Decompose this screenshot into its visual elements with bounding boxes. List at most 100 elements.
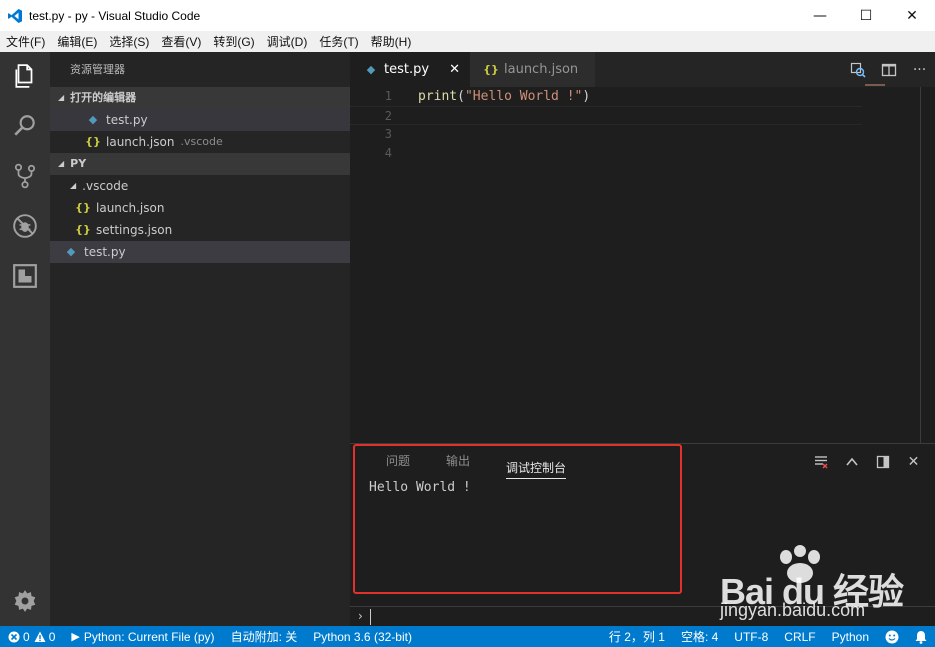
menu-selection[interactable]: 选择(S) (103, 33, 155, 50)
error-count: 0 (23, 629, 30, 644)
more-actions-icon[interactable]: ··· (904, 52, 935, 87)
tab-output[interactable]: 输出 (446, 444, 470, 479)
tab-launch-json[interactable]: {} launch.json (470, 52, 595, 87)
editor-scrollbar-track[interactable] (920, 87, 921, 443)
open-editors-header[interactable]: ◢ 打开的编辑器 (50, 87, 350, 109)
maximize-button[interactable]: ☐ (843, 0, 889, 31)
code-editor[interactable]: 1 print("Hello World !") 2 3 4 (350, 87, 935, 443)
json-file-icon: {} (85, 135, 101, 148)
code-line-current: 2 (350, 106, 862, 125)
open-editor-folder-desc: .vscode (180, 135, 223, 148)
line-number: 2 (384, 109, 392, 123)
activity-bar (0, 52, 50, 626)
code-line: 4 (350, 144, 935, 163)
split-editor-icon[interactable] (873, 52, 904, 87)
code-line: 3 (350, 125, 935, 144)
debug-config-status[interactable]: ▶ Python: Current File (py) (63, 626, 222, 647)
toggle-panel-position-icon[interactable] (867, 455, 898, 469)
encoding-status[interactable]: UTF-8 (726, 626, 776, 647)
json-file-icon: {} (483, 63, 499, 76)
python-file-icon: ◆ (366, 63, 376, 76)
menu-tasks[interactable]: 任务(T) (313, 33, 364, 50)
folder-header[interactable]: ◢ PY (50, 153, 350, 175)
tree-item-label: launch.json (96, 201, 165, 215)
open-changes-icon[interactable] (842, 52, 873, 87)
eol-status[interactable]: CRLF (776, 626, 823, 647)
menu-file[interactable]: 文件(F) (0, 33, 51, 50)
python-file-icon: ◆ (66, 245, 76, 258)
gear-icon[interactable] (0, 577, 50, 625)
open-editor-label: launch.json (106, 135, 175, 149)
folder-vscode[interactable]: ◢ .vscode (50, 175, 350, 197)
debug-console-input[interactable]: › (350, 606, 935, 627)
open-editor-launch-json[interactable]: {} launch.json .vscode (50, 131, 350, 153)
close-window-button[interactable]: ✕ (889, 0, 935, 31)
warning-count: 0 (48, 629, 56, 644)
token-function: print (418, 89, 458, 104)
menu-debug[interactable]: 调试(D) (261, 33, 314, 50)
editor-area: ◆ test.py ✕ {} launch.json ··· 1 print("… (350, 52, 935, 443)
clear-console-icon[interactable] (805, 455, 836, 469)
minimize-button[interactable]: — (797, 0, 843, 31)
explorer-icon[interactable] (0, 52, 50, 100)
feedback-smiley-icon[interactable] (877, 626, 907, 647)
json-file-icon: {} (75, 201, 91, 214)
cursor-position-status[interactable]: 行 2，列 1 (601, 626, 673, 647)
auto-attach-status[interactable]: 自动附加: 关 (223, 626, 306, 647)
problems-status[interactable]: 0 0 (0, 626, 63, 647)
folder-vscode-label: .vscode (82, 179, 129, 193)
line-number: 3 (384, 127, 392, 141)
bottom-panel: 问题 输出 调试控制台 ✕ Hello World ! › (350, 443, 935, 625)
tree-item-settings-json[interactable]: {} settings.json (50, 219, 350, 241)
error-icon (8, 631, 20, 642)
chevron-up-icon[interactable] (836, 455, 867, 469)
status-bar: 0 0 ▶ Python: Current File (py) 自动附加: 关 … (0, 626, 935, 647)
play-icon: ▶ (71, 631, 80, 643)
source-control-icon[interactable] (0, 152, 50, 200)
tab-label: launch.json (504, 62, 579, 77)
python-file-icon: ◆ (88, 113, 98, 126)
open-editor-test-py[interactable]: ◆ test.py (50, 109, 350, 131)
tab-test-py[interactable]: ◆ test.py ✕ (350, 52, 470, 87)
tree-item-label: test.py (84, 245, 126, 259)
tab-debug-console[interactable]: 调试控制台 (506, 457, 567, 479)
search-icon[interactable] (0, 102, 50, 150)
line-content: print("Hello World !") (418, 87, 590, 106)
repl-prompt-icon: › (358, 609, 363, 623)
tree-item-test-py[interactable]: ◆ test.py (50, 241, 350, 263)
close-panel-icon[interactable]: ✕ (898, 454, 929, 470)
notifications-bell-icon[interactable] (907, 626, 935, 647)
tab-label: test.py (384, 62, 430, 77)
extensions-icon[interactable] (0, 252, 50, 300)
line-number: 1 (384, 89, 392, 103)
minimap[interactable] (865, 84, 885, 86)
status-bar-right: 行 2，列 1 空格: 4 UTF-8 CRLF Python (601, 626, 935, 647)
debug-icon[interactable] (0, 202, 50, 250)
menu-help[interactable]: 帮助(H) (365, 33, 418, 50)
close-tab-icon[interactable]: ✕ (449, 62, 460, 77)
indentation-status[interactable]: 空格: 4 (673, 626, 726, 647)
code-line: 1 print("Hello World !") (350, 87, 935, 106)
token-punctuation: ( (457, 89, 465, 104)
menu-bar: 文件(F) 编辑(E) 选择(S) 查看(V) 转到(G) 调试(D) 任务(T… (0, 31, 935, 52)
window-title: test.py - py - Visual Studio Code (29, 8, 201, 23)
json-file-icon: {} (75, 223, 91, 236)
token-string: "Hello World !" (464, 89, 583, 104)
debug-console-output: Hello World ! (369, 480, 471, 495)
chevron-down-icon: ◢ (58, 93, 65, 102)
menu-edit[interactable]: 编辑(E) (51, 33, 103, 50)
debug-config-label: Python: Current File (py) (83, 629, 215, 644)
menu-view[interactable]: 查看(V) (155, 33, 207, 50)
tab-problems[interactable]: 问题 (386, 444, 410, 479)
language-mode-status[interactable]: Python (824, 626, 877, 647)
tree-item-launch-json[interactable]: {} launch.json (50, 197, 350, 219)
warning-icon (34, 631, 46, 642)
chevron-down-icon: ◢ (58, 159, 65, 168)
editor-tab-bar: ◆ test.py ✕ {} launch.json ··· (350, 52, 935, 87)
title-bar: test.py - py - Visual Studio Code — ☐ ✕ (0, 0, 935, 31)
line-number: 4 (384, 146, 392, 160)
menu-go[interactable]: 转到(G) (207, 33, 260, 50)
python-interpreter-status[interactable]: Python 3.6 (32-bit) (305, 626, 420, 647)
editor-actions: ··· (842, 52, 935, 87)
token-punctuation: ) (582, 89, 591, 104)
